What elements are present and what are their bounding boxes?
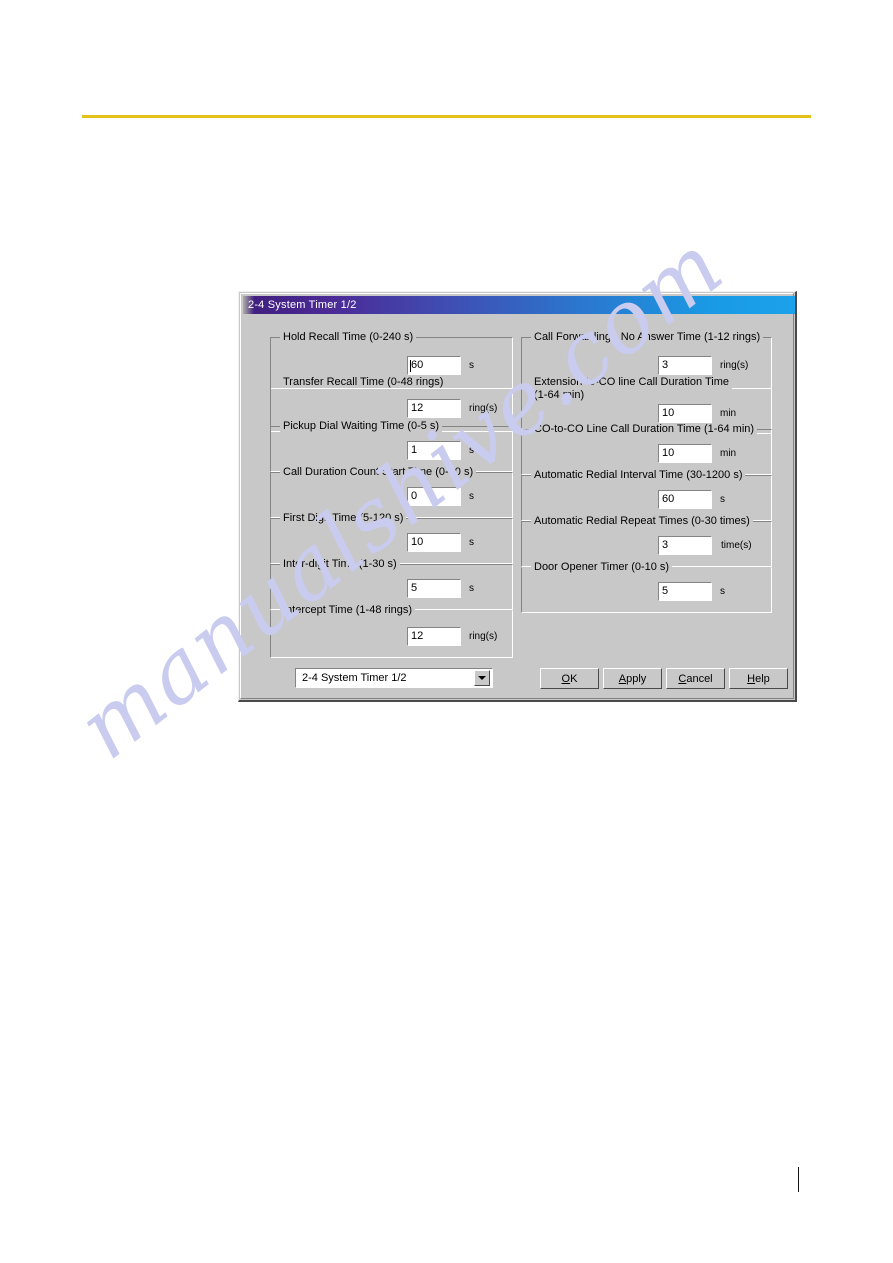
unit-label: s: [469, 583, 474, 594]
group-legend: Intercept Time (1-48 rings): [280, 604, 415, 616]
ok-button-label: K: [570, 672, 578, 685]
field-row: 3 ring(s): [658, 356, 748, 375]
unit-label: min: [720, 448, 737, 459]
transfer-recall-time-input[interactable]: 12: [407, 399, 461, 418]
automatic-redial-interval-time-input[interactable]: 60: [658, 490, 712, 509]
ok-button-accelerator: O: [561, 672, 571, 685]
group-legend: Call Duration Count Start Time (0-60 s): [280, 466, 477, 478]
field-row: 1 s: [407, 441, 474, 460]
unit-label: ring(s): [720, 360, 749, 371]
dialog-inner-frame: 2-4 System Timer 1/2 Hold Recall Time (0…: [240, 293, 795, 699]
group-legend: Call Forwarding - No Answer Time (1-12 r…: [531, 331, 764, 343]
field-row: 5 s: [658, 582, 725, 601]
unit-label: min: [720, 408, 737, 419]
cancel-button[interactable]: Cancel: [666, 668, 725, 689]
unit-label: ring(s): [469, 403, 498, 414]
page-header-rule: [82, 115, 811, 118]
unit-label: ring(s): [469, 631, 498, 642]
field-row: 3 time(s): [658, 536, 752, 555]
cancel-button-accelerator: C: [678, 672, 687, 685]
field-row: 5 s: [407, 579, 474, 598]
group-legend: Pickup Dial Waiting Time (0-5 s): [280, 420, 443, 432]
field-row: 10 min: [658, 444, 736, 463]
inter-digit-time-input[interactable]: 5: [407, 579, 461, 598]
unit-label: s: [720, 586, 725, 597]
chevron-down-icon[interactable]: [474, 670, 490, 686]
intercept-time-input[interactable]: 12: [407, 627, 461, 646]
apply-button[interactable]: Apply: [603, 668, 662, 689]
help-button[interactable]: Help: [729, 668, 788, 689]
group-legend: CO-to-CO Line Call Duration Time (1-64 m…: [531, 423, 758, 435]
field-row: 12 ring(s): [407, 399, 497, 418]
dialog-body: Hold Recall Time (0-240 s) 60 s Transfer…: [243, 316, 795, 699]
unit-label: s: [720, 494, 725, 505]
dialog-titlebar: 2-4 System Timer 1/2: [243, 296, 795, 314]
first-digit-time-input[interactable]: 10: [407, 533, 461, 552]
field-row: 60 s: [658, 490, 725, 509]
group-legend: Hold Recall Time (0-240 s): [280, 331, 417, 343]
unit-label: s: [469, 445, 474, 456]
page-footer-tick: [798, 1167, 799, 1192]
group-legend: Automatic Redial Repeat Times (0-30 time…: [531, 515, 753, 527]
group-door-opener-timer: Door Opener Timer (0-10 s) 5 s: [521, 561, 772, 613]
apply-button-label: pply: [626, 672, 647, 685]
group-legend: Transfer Recall Time (0-48 rings): [280, 376, 447, 388]
field-row: 10 s: [407, 533, 474, 552]
unit-label: s: [469, 360, 474, 371]
hold-recall-time-input[interactable]: 60: [407, 356, 461, 375]
automatic-redial-repeat-times-input[interactable]: 3: [658, 536, 712, 555]
cancel-button-label: ancel: [686, 672, 713, 685]
screen-selector-value: 2-4 System Timer 1/2: [302, 672, 407, 684]
ok-button[interactable]: OK: [540, 668, 599, 689]
system-timer-dialog: 2-4 System Timer 1/2 Hold Recall Time (0…: [238, 291, 797, 702]
group-intercept-time: Intercept Time (1-48 rings) 12 ring(s): [270, 604, 513, 658]
field-row: 12 ring(s): [407, 627, 497, 646]
group-legend: Automatic Redial Interval Time (30-1200 …: [531, 469, 746, 481]
help-button-label: elp: [755, 672, 770, 685]
field-row: 60 s: [407, 356, 474, 375]
field-row: 10 min: [658, 404, 736, 423]
co-to-co-line-call-duration-time-input[interactable]: 10: [658, 444, 712, 463]
field-row: 0 s: [407, 487, 474, 506]
call-forwarding-no-answer-time-input[interactable]: 3: [658, 356, 712, 375]
pickup-dial-waiting-time-input[interactable]: 1: [407, 441, 461, 460]
group-legend: First Digit Time (5-120 s): [280, 512, 407, 524]
group-legend: Extension-to-CO line Call Duration Time …: [531, 376, 733, 402]
screen-selector-dropdown[interactable]: 2-4 System Timer 1/2: [295, 668, 493, 688]
call-duration-count-start-time-input[interactable]: 0: [407, 487, 461, 506]
unit-label: s: [469, 537, 474, 548]
apply-button-accelerator: A: [618, 672, 627, 685]
help-button-accelerator: H: [747, 672, 756, 685]
unit-label: time(s): [721, 540, 752, 551]
group-legend: Inter-digit Time (1-30 s): [280, 558, 400, 570]
unit-label: s: [469, 491, 474, 502]
extension-to-co-line-call-duration-time-input[interactable]: 10: [658, 404, 712, 423]
door-opener-timer-input[interactable]: 5: [658, 582, 712, 601]
group-legend: Door Opener Timer (0-10 s): [531, 561, 673, 573]
